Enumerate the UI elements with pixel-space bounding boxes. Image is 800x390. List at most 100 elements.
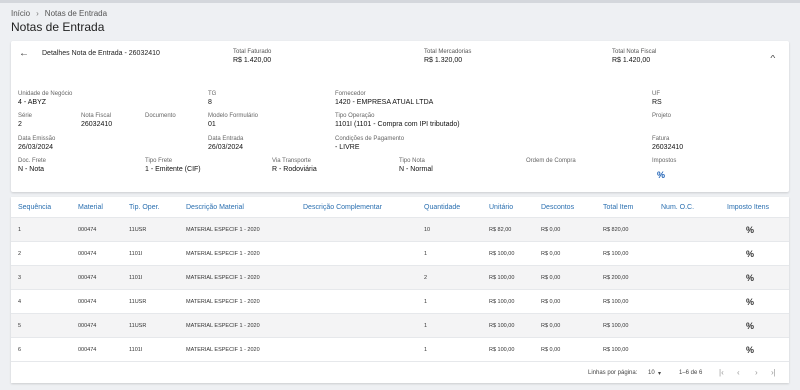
next-page-icon[interactable]: › <box>755 368 758 377</box>
table-cell: 5 <box>18 323 22 329</box>
table-cell: 1 <box>424 299 428 305</box>
table-cell: R$ 100,00 <box>489 323 515 329</box>
column-header[interactable]: Imposto Itens <box>727 197 769 219</box>
table-cell: R$ 100,00 <box>603 323 629 329</box>
field-projeto: Projeto <box>652 113 672 119</box>
table-cell: 6 <box>18 347 22 353</box>
field-modelo: Modelo Formulário 01 <box>208 113 259 128</box>
table-cell: 1 <box>424 251 428 257</box>
table-cell: R$ 200,00 <box>603 275 629 281</box>
column-header[interactable]: Descrição Material <box>186 197 244 219</box>
percent-icon[interactable]: % <box>746 266 754 290</box>
table-cell: 4 <box>18 299 22 305</box>
pagination-range: 1–6 de 6 <box>679 370 703 376</box>
field-serie: Série 2 <box>18 113 33 128</box>
table-cell: 000474 <box>78 299 97 305</box>
table-cell: 1 <box>424 347 428 353</box>
table-cell: R$ 100,00 <box>603 251 629 257</box>
field-nota-fiscal: Nota Fiscal 26032410 <box>81 113 113 128</box>
column-header[interactable]: Total Item <box>603 197 633 219</box>
table-pagination: Linhas por página: 10 ▾ 1–6 de 6 |‹ ‹ › … <box>11 361 789 383</box>
table-cell: 1101I <box>129 275 143 281</box>
table-cell: 1 <box>18 227 22 233</box>
rows-per-page-label: Linhas por página: <box>588 370 638 376</box>
column-header[interactable]: Unitário <box>489 197 513 219</box>
field-doc-frete: Doc. Frete N - Nota <box>18 158 47 173</box>
field-data-entrada: Data Entrada 26/03/2024 <box>208 136 244 151</box>
breadcrumb-home[interactable]: Início <box>11 9 30 18</box>
field-fornecedor: Fornecedor 1420 - EMPRESA ATUAL LTDA <box>335 91 434 106</box>
first-page-icon[interactable]: |‹ <box>719 368 724 377</box>
table-cell: MATERIAL ESPECIF 1 - 2020 <box>186 275 260 281</box>
column-header[interactable]: Material <box>78 197 103 219</box>
column-header[interactable]: Tip. Oper. <box>129 197 159 219</box>
percent-icon[interactable]: % <box>657 170 665 180</box>
field-via-transporte: Via Transporte R - Rodoviária <box>272 158 317 173</box>
last-page-icon[interactable]: ›| <box>771 368 776 377</box>
page-title: Notas de Entrada <box>11 20 105 34</box>
total-faturado: Total Faturado R$ 1.420,00 <box>233 49 272 64</box>
table-cell: R$ 100,00 <box>603 347 629 353</box>
table-cell: 11USR <box>129 323 147 329</box>
table-cell: 2 <box>18 251 22 257</box>
percent-icon[interactable]: % <box>746 218 754 242</box>
table-row[interactable]: 6 000474 1101I MATERIAL ESPECIF 1 - 2020 1 R$… <box>11 337 789 361</box>
collapse-chevron-icon[interactable]: ^ <box>770 54 775 63</box>
column-header[interactable]: Quantidade <box>424 197 460 219</box>
table-cell: 000474 <box>78 323 97 329</box>
table-cell: R$ 100,00 <box>603 299 629 305</box>
top-bar <box>0 0 800 3</box>
table-cell: 000474 <box>78 275 97 281</box>
table-cell: R$ 100,00 <box>489 275 515 281</box>
breadcrumb-separator: › <box>36 9 39 18</box>
table-cell: R$ 820,00 <box>603 227 629 233</box>
table-cell: R$ 100,00 <box>489 347 515 353</box>
table-cell: 000474 <box>78 347 97 353</box>
table-cell: 000474 <box>78 251 97 257</box>
table-cell: MATERIAL ESPECIF 1 - 2020 <box>186 347 260 353</box>
column-header[interactable]: Sequência <box>18 197 51 219</box>
column-header[interactable]: Descontos <box>541 197 574 219</box>
field-unidade: Unidade de Negócio 4 - ABYZ <box>18 91 73 106</box>
table-row[interactable]: 3 000474 1101I MATERIAL ESPECIF 1 - 2020 2 R$… <box>11 265 789 289</box>
table-cell: R$ 0,00 <box>541 275 561 281</box>
field-tipo-nota: Tipo Nota N - Normal <box>399 158 433 173</box>
table-cell: R$ 0,00 <box>541 251 561 257</box>
breadcrumb: Início › Notas de Entrada <box>11 9 107 18</box>
table-cell: 1 <box>424 323 428 329</box>
field-data-emissao: Data Emissão 26/03/2024 <box>18 136 56 151</box>
table-cell: 1101I <box>129 347 143 353</box>
back-arrow-icon[interactable]: ← <box>19 48 29 59</box>
table-cell: 11USR <box>129 299 147 305</box>
table-cell: R$ 0,00 <box>541 299 561 305</box>
table-cell: R$ 0,00 <box>541 323 561 329</box>
field-tipo-operacao: Tipo Operação 1101I (1101 - Compra com IP… <box>335 113 460 128</box>
table-cell: R$ 0,00 <box>541 347 561 353</box>
rows-per-page-select[interactable]: 10 <box>648 370 655 376</box>
percent-icon[interactable]: % <box>746 338 754 362</box>
column-header[interactable]: Num. O.C. <box>661 197 694 219</box>
percent-icon[interactable]: % <box>746 242 754 266</box>
detail-card: ← Detalhes Nota de Entrada - 26032410 To… <box>11 41 789 192</box>
table-cell: 000474 <box>78 227 97 233</box>
table-cell: 1101I <box>129 251 143 257</box>
percent-icon[interactable]: % <box>746 314 754 338</box>
field-documento: Documento <box>145 113 176 119</box>
breadcrumb-current: Notas de Entrada <box>44 9 108 18</box>
field-uf: UF RS <box>652 91 662 106</box>
table-row[interactable]: 4 000474 11USR MATERIAL ESPECIF 1 - 2020 1 R$… <box>11 289 789 313</box>
table-cell: R$ 82,00 <box>489 227 512 233</box>
column-header[interactable]: Descrição Complementar <box>303 197 382 219</box>
table-cell: MATERIAL ESPECIF 1 - 2020 <box>186 299 260 305</box>
field-tg: TG 8 <box>208 91 217 106</box>
field-ordem-compra: Ordem de Compra <box>526 158 576 164</box>
chevron-down-icon[interactable]: ▾ <box>658 370 661 377</box>
table-row[interactable]: 5 000474 11USR MATERIAL ESPECIF 1 - 2020 1 R$… <box>11 313 789 337</box>
prev-page-icon[interactable]: ‹ <box>737 368 740 377</box>
table-row[interactable]: 1 000474 11USR MATERIAL ESPECIF 1 - 2020 10 R… <box>11 217 789 241</box>
total-mercadorias: Total Mercadorias R$ 1.320,00 <box>424 49 472 64</box>
table-row[interactable]: 2 000474 1101I MATERIAL ESPECIF 1 - 2020 1 R$… <box>11 241 789 265</box>
table-cell: R$ 100,00 <box>489 299 515 305</box>
table-cell: 11USR <box>129 227 147 233</box>
percent-icon[interactable]: % <box>746 290 754 314</box>
